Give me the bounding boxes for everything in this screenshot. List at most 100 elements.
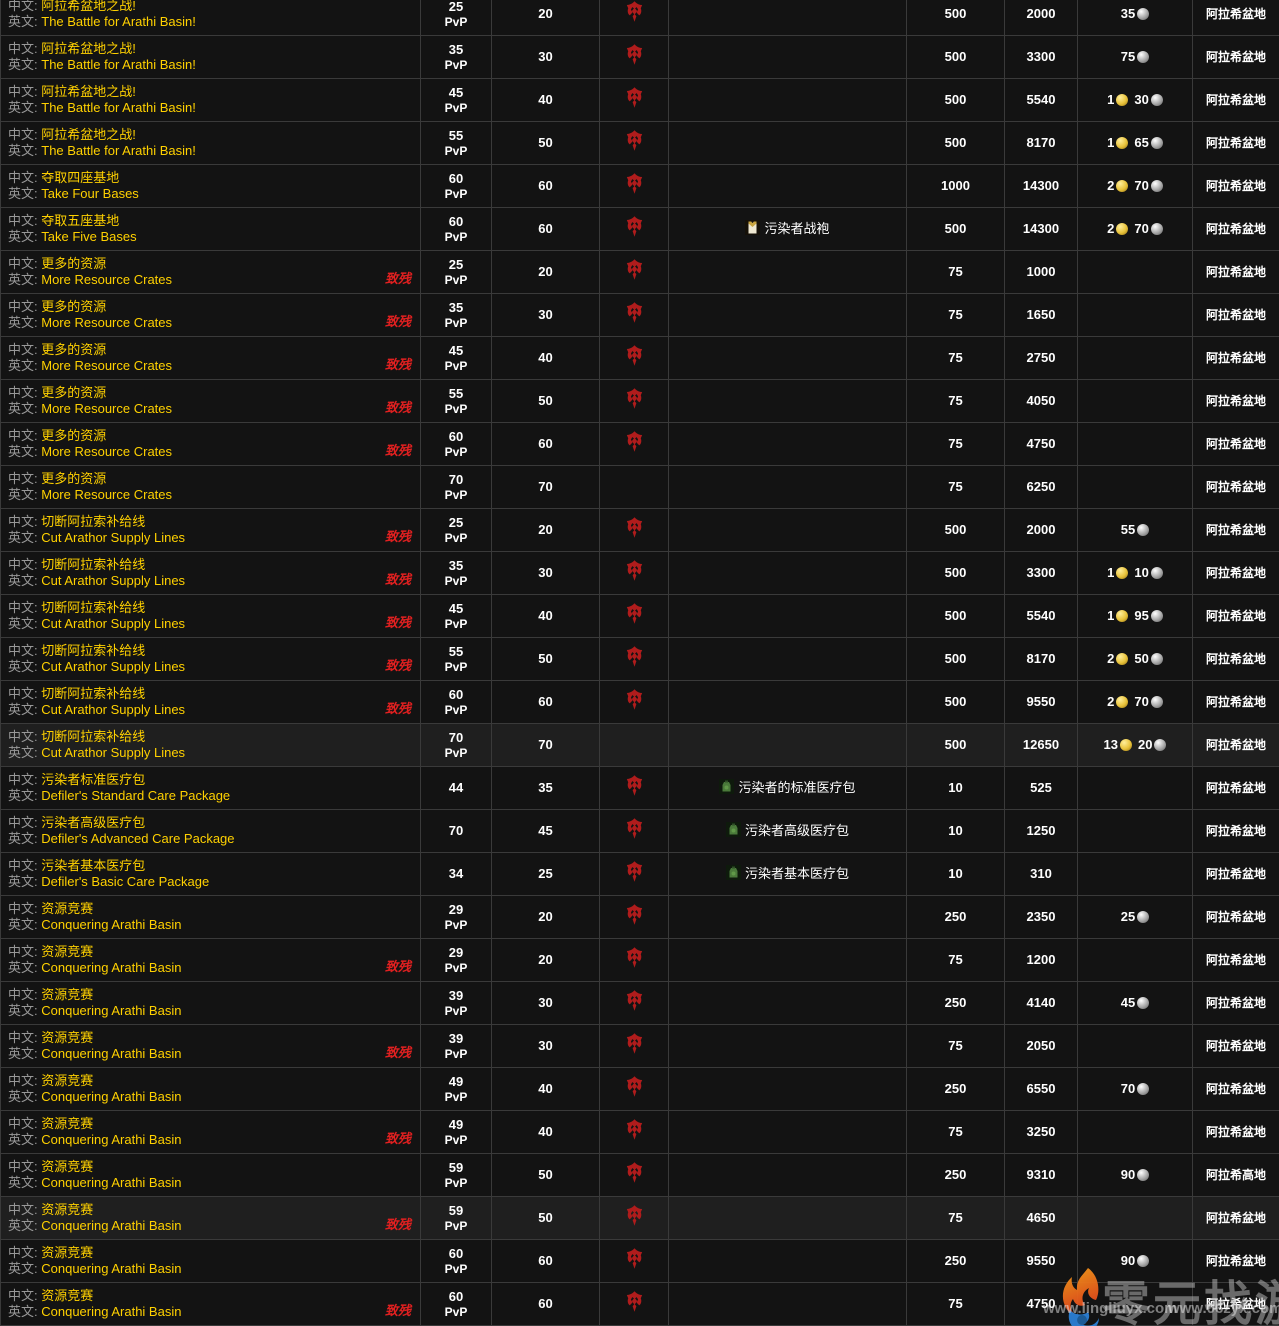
en-label: 英文: bbox=[8, 358, 38, 373]
location-link[interactable]: 阿拉希盆地 bbox=[1206, 437, 1266, 451]
quest-name-zh[interactable]: 资源竞赛 bbox=[41, 1073, 93, 1088]
quest-name-en[interactable]: Conquering Arathi Basin bbox=[41, 1132, 181, 1147]
quest-name-en[interactable]: Conquering Arathi Basin bbox=[41, 1261, 181, 1276]
money-cell bbox=[1078, 853, 1193, 896]
quest-name-en[interactable]: Cut Arathor Supply Lines bbox=[41, 702, 185, 717]
quest-name-zh[interactable]: 资源竞赛 bbox=[41, 1288, 93, 1303]
quest-name-zh[interactable]: 切断阿拉索补给线 bbox=[41, 600, 145, 615]
quest-name-en[interactable]: Conquering Arathi Basin bbox=[41, 1304, 181, 1319]
quest-name-zh[interactable]: 资源竞赛 bbox=[41, 1245, 93, 1260]
quest-name-zh[interactable]: 资源竞赛 bbox=[41, 1159, 93, 1174]
location-link[interactable]: 阿拉希盆地 bbox=[1206, 136, 1266, 150]
reward-item[interactable]: 污染者战袍 bbox=[745, 218, 829, 237]
quest-name-en[interactable]: More Resource Crates bbox=[41, 272, 172, 287]
quest-name-en[interactable]: Cut Arathor Supply Lines bbox=[41, 659, 185, 674]
quest-name-en[interactable]: More Resource Crates bbox=[41, 358, 172, 373]
quest-name-en[interactable]: More Resource Crates bbox=[41, 401, 172, 416]
quest-name-en[interactable]: Cut Arathor Supply Lines bbox=[41, 616, 185, 631]
quest-name-zh[interactable]: 阿拉希盆地之战! bbox=[41, 0, 136, 13]
quest-name-zh[interactable]: 阿拉希盆地之战! bbox=[41, 127, 136, 142]
location-link[interactable]: 阿拉希盆地 bbox=[1206, 7, 1266, 21]
quest-name-zh[interactable]: 资源竞赛 bbox=[41, 1030, 93, 1045]
location-link[interactable]: 阿拉希盆地 bbox=[1206, 652, 1266, 666]
location-link[interactable]: 阿拉希盆地 bbox=[1206, 1254, 1266, 1268]
location-link[interactable]: 阿拉希盆地 bbox=[1206, 867, 1266, 881]
quest-name-en[interactable]: Cut Arathor Supply Lines bbox=[41, 530, 185, 545]
quest-name-en[interactable]: The Battle for Arathi Basin! bbox=[41, 143, 196, 158]
pvp-label: PvP bbox=[421, 445, 491, 459]
quest-name-en[interactable]: The Battle for Arathi Basin! bbox=[41, 14, 196, 29]
location-link[interactable]: 阿拉希盆地 bbox=[1206, 609, 1266, 623]
quest-name-zh[interactable]: 阿拉希盆地之战! bbox=[41, 84, 136, 99]
quest-name-en[interactable]: The Battle for Arathi Basin! bbox=[41, 57, 196, 72]
location-link[interactable]: 阿拉希盆地 bbox=[1206, 566, 1266, 580]
quest-name-zh[interactable]: 资源竞赛 bbox=[41, 901, 93, 916]
quest-name-zh[interactable]: 切断阿拉索补给线 bbox=[41, 686, 145, 701]
quest-name-zh[interactable]: 污染者标准医疗包 bbox=[41, 772, 145, 787]
quest-name-zh[interactable]: 更多的资源 bbox=[41, 256, 106, 271]
location-link[interactable]: 阿拉希盆地 bbox=[1206, 996, 1266, 1010]
location-link[interactable]: 阿拉希盆地 bbox=[1206, 1125, 1266, 1139]
quest-name-en[interactable]: Take Four Bases bbox=[41, 186, 139, 201]
quest-name-en[interactable]: Take Five Bases bbox=[41, 229, 136, 244]
quest-name-zh[interactable]: 夺取四座基地 bbox=[41, 170, 119, 185]
quest-name-en[interactable]: Defiler's Standard Care Package bbox=[41, 788, 230, 803]
location-link[interactable]: 阿拉希盆地 bbox=[1206, 394, 1266, 408]
reward-item[interactable]: 污染者的标准医疗包 bbox=[719, 777, 855, 796]
quest-name-en[interactable]: More Resource Crates bbox=[41, 487, 172, 502]
quest-name-zh[interactable]: 资源竞赛 bbox=[41, 1116, 93, 1131]
location-link[interactable]: 阿拉希盆地 bbox=[1206, 93, 1266, 107]
quest-name-en[interactable]: Conquering Arathi Basin bbox=[41, 917, 181, 932]
quest-name-zh[interactable]: 更多的资源 bbox=[41, 342, 106, 357]
location-link[interactable]: 阿拉希盆地 bbox=[1206, 222, 1266, 236]
location-link[interactable]: 阿拉希盆地 bbox=[1206, 50, 1266, 64]
quest-name-zh[interactable]: 切断阿拉索补给线 bbox=[41, 643, 145, 658]
reward-item[interactable]: 污染者高级医疗包 bbox=[726, 820, 849, 839]
quest-name-zh[interactable]: 更多的资源 bbox=[41, 299, 106, 314]
location-link[interactable]: 阿拉希盆地 bbox=[1206, 1039, 1266, 1053]
quest-name-en[interactable]: More Resource Crates bbox=[41, 444, 172, 459]
quest-name-en[interactable]: Conquering Arathi Basin bbox=[41, 1175, 181, 1190]
quest-name-zh[interactable]: 资源竞赛 bbox=[41, 944, 93, 959]
location-link[interactable]: 阿拉希盆地 bbox=[1206, 351, 1266, 365]
quest-name-en[interactable]: Conquering Arathi Basin bbox=[41, 1046, 181, 1061]
location-link[interactable]: 阿拉希盆地 bbox=[1206, 1082, 1266, 1096]
location-link[interactable]: 阿拉希盆地 bbox=[1206, 824, 1266, 838]
quest-name-zh[interactable]: 污染者基本医疗包 bbox=[41, 858, 145, 873]
quest-name-zh[interactable]: 更多的资源 bbox=[41, 471, 106, 486]
quest-name-en[interactable]: Conquering Arathi Basin bbox=[41, 960, 181, 975]
quest-name-en[interactable]: Cut Arathor Supply Lines bbox=[41, 745, 185, 760]
location-link[interactable]: 阿拉希盆地 bbox=[1206, 1297, 1266, 1311]
location-link[interactable]: 阿拉希高地 bbox=[1206, 1168, 1266, 1182]
location-link[interactable]: 阿拉希盆地 bbox=[1206, 910, 1266, 924]
reward-item[interactable]: 污染者基本医疗包 bbox=[726, 863, 849, 882]
quest-name-zh[interactable]: 资源竞赛 bbox=[41, 987, 93, 1002]
quest-name-en[interactable]: Conquering Arathi Basin bbox=[41, 1089, 181, 1104]
quest-name-en[interactable]: Conquering Arathi Basin bbox=[41, 1003, 181, 1018]
quest-name-en[interactable]: More Resource Crates bbox=[41, 315, 172, 330]
quest-name-zh[interactable]: 切断阿拉索补给线 bbox=[41, 729, 145, 744]
quest-name-zh[interactable]: 更多的资源 bbox=[41, 385, 106, 400]
location-link[interactable]: 阿拉希盆地 bbox=[1206, 953, 1266, 967]
location-link[interactable]: 阿拉希盆地 bbox=[1206, 523, 1266, 537]
quest-name-zh[interactable]: 阿拉希盆地之战! bbox=[41, 41, 136, 56]
quest-name-en[interactable]: Cut Arathor Supply Lines bbox=[41, 573, 185, 588]
location-link[interactable]: 阿拉希盆地 bbox=[1206, 695, 1266, 709]
quest-name-zh[interactable]: 污染者高级医疗包 bbox=[41, 815, 145, 830]
quest-name-zh[interactable]: 资源竞赛 bbox=[41, 1202, 93, 1217]
quest-name-en[interactable]: Conquering Arathi Basin bbox=[41, 1218, 181, 1233]
location-link[interactable]: 阿拉希盆地 bbox=[1206, 781, 1266, 795]
quest-name-zh[interactable]: 更多的资源 bbox=[41, 428, 106, 443]
location-link[interactable]: 阿拉希盆地 bbox=[1206, 308, 1266, 322]
location-link[interactable]: 阿拉希盆地 bbox=[1206, 179, 1266, 193]
quest-name-zh[interactable]: 切断阿拉索补给线 bbox=[41, 514, 145, 529]
quest-name-en[interactable]: The Battle for Arathi Basin! bbox=[41, 100, 196, 115]
quest-name-en[interactable]: Defiler's Advanced Care Package bbox=[41, 831, 234, 846]
location-link[interactable]: 阿拉希盆地 bbox=[1206, 265, 1266, 279]
quest-name-en[interactable]: Defiler's Basic Care Package bbox=[41, 874, 209, 889]
location-link[interactable]: 阿拉希盆地 bbox=[1206, 1211, 1266, 1225]
quest-name-zh[interactable]: 夺取五座基地 bbox=[41, 213, 119, 228]
quest-name-zh[interactable]: 切断阿拉索补给线 bbox=[41, 557, 145, 572]
location-link[interactable]: 阿拉希盆地 bbox=[1206, 738, 1266, 752]
location-link[interactable]: 阿拉希盆地 bbox=[1206, 480, 1266, 494]
